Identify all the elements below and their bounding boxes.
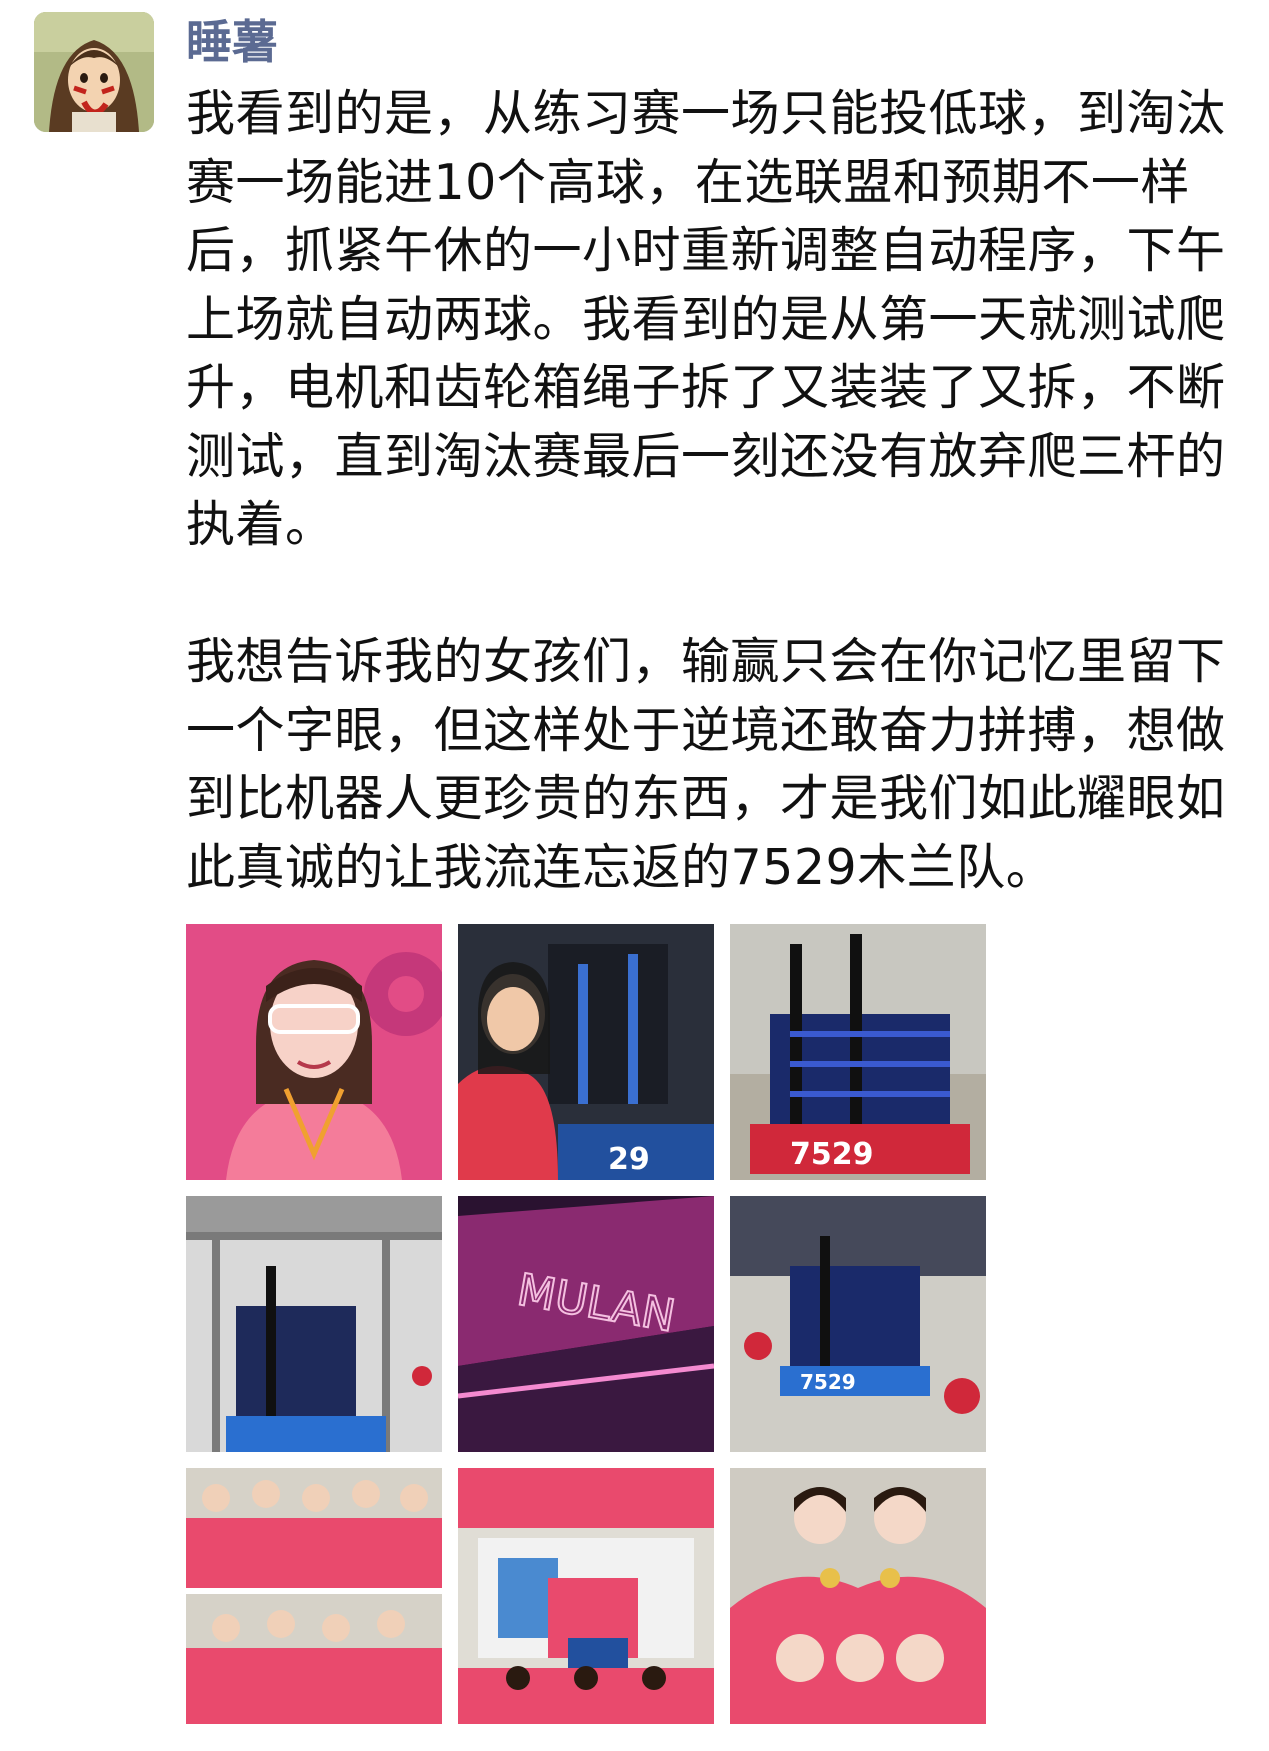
- team-collage-image: [458, 1468, 714, 1724]
- girl-with-robot-image: 29: [458, 924, 714, 1180]
- photo-2-number: 29: [608, 1142, 650, 1177]
- photo-2[interactable]: 29: [458, 924, 714, 1180]
- arena-robot-image: [186, 1196, 442, 1452]
- photo-7[interactable]: [186, 1468, 442, 1724]
- neon-sign-image: MULAN: [458, 1196, 714, 1452]
- photo-3[interactable]: 7529: [730, 924, 986, 1180]
- photo-6-number: 7529: [800, 1370, 856, 1394]
- post-text: 我看到的是，从练习赛一场只能投低球，到淘汰赛一场能进10个高球，在选联盟和预期不…: [186, 85, 1226, 896]
- author-name[interactable]: 睡薯: [186, 12, 278, 72]
- photo-6[interactable]: 7529: [730, 1196, 986, 1452]
- girl-portrait-image: [186, 924, 442, 1180]
- photo-9[interactable]: [730, 1468, 986, 1724]
- medal-girls-image: [730, 1468, 986, 1724]
- avatar[interactable]: [34, 12, 154, 132]
- photo-grid: 29 7529 MULAN 7529: [186, 924, 990, 1724]
- field-robot-image: 7529: [730, 1196, 986, 1452]
- robot-image: 7529: [730, 924, 986, 1180]
- photo-5[interactable]: MULAN: [458, 1196, 714, 1452]
- photo-3-number: 7529: [790, 1137, 874, 1172]
- team-group-image: [186, 1468, 442, 1724]
- photo-8[interactable]: [458, 1468, 714, 1724]
- avatar-image: [34, 12, 154, 132]
- photo-1[interactable]: [186, 924, 442, 1180]
- photo-4[interactable]: [186, 1196, 442, 1452]
